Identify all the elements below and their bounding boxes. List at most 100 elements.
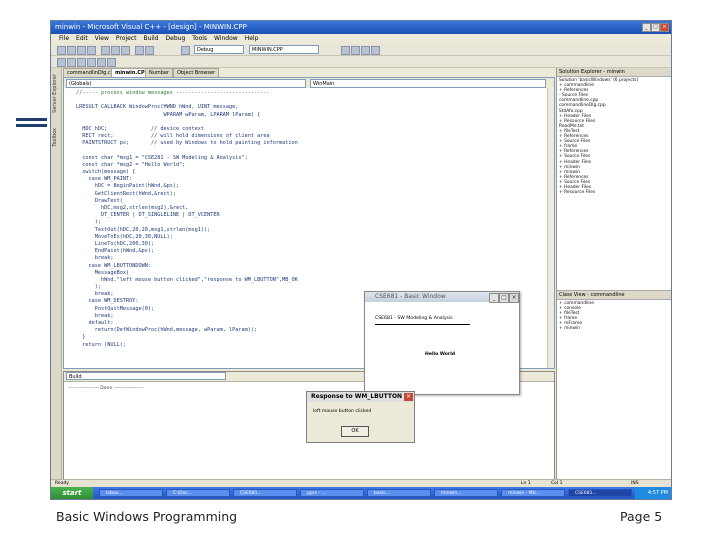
undo-icon[interactable]: [135, 46, 144, 55]
class-view-tree[interactable]: + commandline + console + fileTest + frame +…: [557, 300, 671, 332]
app-maximize-icon[interactable]: □: [499, 293, 509, 303]
paste-icon[interactable]: [121, 46, 130, 55]
slide-decoration-line: [16, 118, 47, 121]
code-line: MessageBox(: [76, 269, 130, 276]
code-line: PAINTSTRUCT ps; // used by Windows to ho…: [76, 140, 298, 147]
message-box: Response to WM_LBUTTON × left mouse butt…: [306, 391, 415, 443]
new-project-icon[interactable]: [57, 46, 66, 55]
start-button[interactable]: start: [51, 487, 93, 499]
menu-debug[interactable]: Debug: [166, 35, 186, 42]
taskbar-button[interactable]: basic...: [367, 489, 431, 497]
code-line: TextOut(hDC,20,20,msg1,strlen(msg1));: [76, 226, 211, 233]
start-debug-icon[interactable]: [181, 46, 190, 55]
server-explorer-tab[interactable]: Server Explorer: [52, 74, 58, 113]
code-line: HDC hDC; // device context: [76, 125, 205, 132]
maximize-icon[interactable]: □: [651, 23, 660, 32]
code-line: case WM_PAINT:: [76, 176, 133, 183]
code-line: MoveToEx(hDC,20,30,NULL);: [76, 233, 173, 240]
class-view-title: Class View - commandline: [557, 290, 671, 300]
redo-icon[interactable]: [145, 46, 154, 55]
menu-edit[interactable]: Edit: [76, 35, 88, 42]
taskbar-button[interactable]: CSE681...: [568, 489, 632, 497]
right-pane: Solution Explorer - minwin Solution 'bas…: [556, 68, 671, 488]
cut-icon[interactable]: [101, 46, 110, 55]
taskbar-button[interactable]: CSE681...: [233, 489, 297, 497]
code-line: WPARAM wParam, LPARAM lParam) {: [76, 111, 261, 118]
find-combo[interactable]: MINWIN.CPP: [249, 45, 319, 54]
code-line: DT_CENTER | DT_SINGLELINE | DT_VCENTER: [76, 212, 220, 219]
code-line: LRESULT CALLBACK WindowProc(HWND hWnd, U…: [76, 104, 239, 111]
indent-icon[interactable]: [57, 58, 66, 67]
bookmark-icon[interactable]: [97, 58, 106, 67]
editor-navigation-bar: (Globals) WinMain: [64, 78, 554, 88]
message-box-close-icon[interactable]: ×: [404, 393, 413, 401]
taskbar: start Inbox... C:\Doc... CSE681... pprs - .…: [51, 487, 671, 499]
menu-file[interactable]: File: [59, 35, 69, 42]
code-line: hWnd,"left mouse button clicked","respon…: [76, 276, 298, 283]
app-close-icon[interactable]: ×: [509, 293, 519, 303]
uncomment-icon[interactable]: [87, 58, 96, 67]
save-icon[interactable]: [77, 46, 86, 55]
code-line: LineTo(hDC,200,30);: [76, 240, 155, 247]
menu-bar: File Edit View Project Build Debug Tools Window…: [51, 34, 671, 44]
menu-view[interactable]: View: [95, 35, 109, 42]
taskbar-button[interactable]: C:\Doc...: [166, 489, 230, 497]
save-all-icon[interactable]: [87, 46, 96, 55]
minimize-icon[interactable]: _: [642, 23, 651, 32]
menu-project[interactable]: Project: [116, 35, 137, 42]
code-line: hDC = BeginPaint(hWnd,&ps);: [76, 183, 180, 190]
open-icon[interactable]: [67, 46, 76, 55]
code-line: //----- process window messages --------…: [76, 90, 270, 96]
menu-build[interactable]: Build: [143, 35, 158, 42]
footer-page-number: Page 5: [620, 509, 663, 524]
menu-help[interactable]: Help: [245, 35, 259, 42]
window-title: minwin - Microsoft Visual C++ - [design]…: [55, 23, 247, 31]
toolbox-tab[interactable]: Toolbox: [52, 128, 58, 147]
toolbox-icon[interactable]: [371, 46, 380, 55]
taskbar-button[interactable]: minwin...: [434, 489, 498, 497]
taskbar-button[interactable]: Inbox...: [99, 489, 163, 497]
menu-tools[interactable]: Tools: [192, 35, 207, 42]
code-line: DrawText(: [76, 197, 123, 204]
find-icon[interactable]: [341, 46, 350, 55]
solution-explorer-title: Solution Explorer - minwin: [557, 68, 671, 77]
text-editor-toolbar: [51, 56, 671, 68]
taskbar-button[interactable]: minwin - Mic...: [501, 489, 565, 497]
message-box-text: left mouse button clicked: [313, 409, 372, 414]
outdent-icon[interactable]: [67, 58, 76, 67]
class-tree-item[interactable]: + minwin: [559, 326, 671, 331]
menu-window[interactable]: Window: [214, 35, 238, 42]
output-text: ------------------- Done ---------------…: [68, 386, 145, 391]
document-tabs: commandlinDlg.cpp minwin.CPP Number Obje…: [63, 68, 553, 79]
code-line: EndPaint(hWnd,&ps);: [76, 248, 155, 255]
solution-explorer-icon[interactable]: [351, 46, 360, 55]
comment-icon[interactable]: [77, 58, 86, 67]
system-tray-clock: 4:57 PM: [635, 487, 671, 499]
message-box-title: Response to WM_LBUTTON: [307, 392, 414, 402]
app-minimize-icon[interactable]: _: [489, 293, 499, 303]
ok-button[interactable]: OK: [341, 426, 369, 437]
code-line: const char *msg1 = "CSE281 - SW Modeling…: [76, 154, 248, 161]
solution-tree-item[interactable]: + Resource Files: [559, 190, 671, 195]
output-source-combo[interactable]: Build: [66, 372, 226, 380]
code-line: switch(message) {: [76, 169, 136, 176]
code-line: break;: [76, 255, 114, 262]
scope-combo[interactable]: (Globals): [66, 79, 306, 88]
footer-title: Basic Windows Programming: [56, 509, 238, 524]
taskbar-button[interactable]: pprs - ...: [300, 489, 364, 497]
standard-toolbar: Debug MINWIN.CPP: [51, 44, 671, 56]
member-combo[interactable]: WinMain: [310, 79, 546, 88]
close-icon[interactable]: ×: [660, 23, 669, 32]
solution-explorer-tree[interactable]: Solution 'basicWindows' (6 projects) + co…: [557, 77, 671, 288]
configuration-combo[interactable]: Debug: [194, 45, 244, 54]
copy-icon[interactable]: [111, 46, 120, 55]
basic-window-app[interactable]: CSE681 - Basic Window _ □ × CSE681 - SW …: [364, 291, 520, 395]
next-bookmark-icon[interactable]: [107, 58, 116, 67]
app-underline: [375, 324, 470, 325]
editor-scrollbar[interactable]: [547, 88, 554, 368]
code-line: case WM_LBUTTONDOWN:: [76, 262, 151, 269]
properties-icon[interactable]: [361, 46, 370, 55]
